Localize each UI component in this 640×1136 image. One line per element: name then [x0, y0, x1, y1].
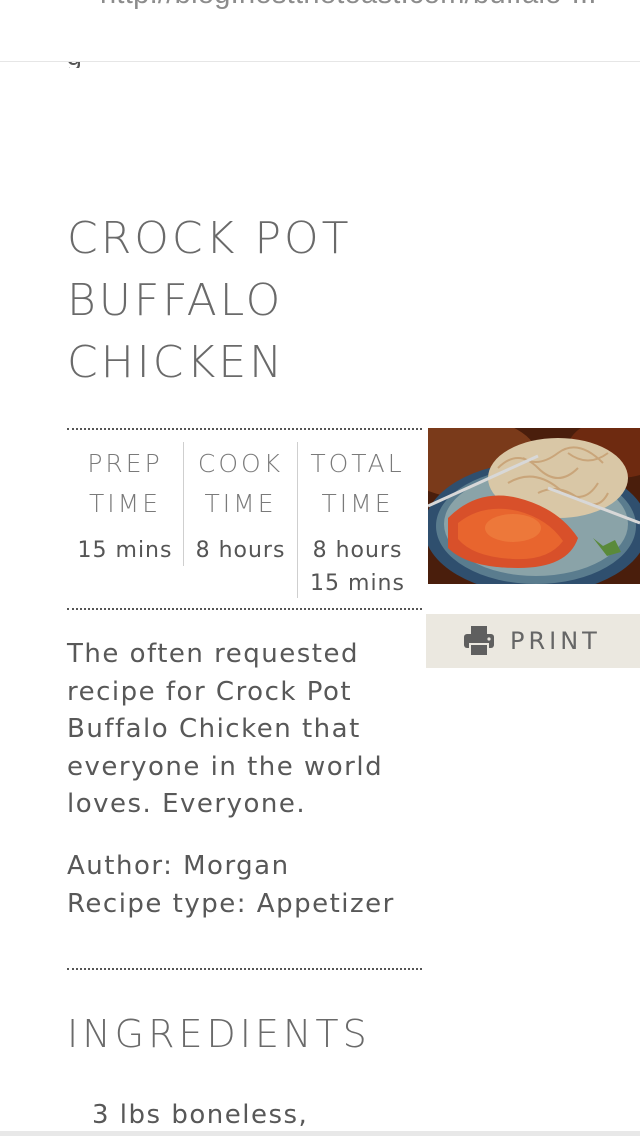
- cook-time-label: COOK TIME: [197, 449, 284, 518]
- total-time-value: 8 hours 15 mins: [310, 538, 405, 596]
- total-time: TOTAL TIME 8 hours 15 mins: [297, 442, 417, 598]
- description-line: Buffalo Chicken that: [67, 714, 361, 744]
- printer-icon: [462, 624, 496, 658]
- recipe-times: PREP TIME 15 mins COOK TIME 8 hours TOTA…: [67, 442, 422, 600]
- description-line: recipe for Crock Pot: [67, 676, 353, 707]
- divider: [67, 428, 422, 430]
- recipe-author: Author: Morgan: [67, 851, 290, 881]
- print-label: PRINT: [510, 627, 601, 655]
- url-text[interactable]: http://blog.hostthetoast.com/buffalo-...: [100, 0, 597, 11]
- cook-time: COOK TIME 8 hours: [183, 442, 297, 566]
- divider: [67, 608, 422, 610]
- bottom-edge: [0, 1131, 640, 1136]
- recipe-description: The often requested recipe for Crock Pot…: [67, 636, 417, 824]
- recipe-photo[interactable]: [428, 428, 640, 584]
- prep-time-label: PREP TIME: [87, 449, 163, 518]
- description-line: The often requested: [67, 639, 359, 669]
- description-line: everyone in the world: [67, 751, 384, 782]
- prep-time: PREP TIME 15 mins: [67, 442, 183, 566]
- recipe-title-line: CHICKEN: [67, 337, 286, 388]
- print-button[interactable]: PRINT: [426, 614, 640, 668]
- url-bar[interactable]: http://blog.hostthetoast.com/buffalo-...: [0, 0, 640, 62]
- cook-time-value: 8 hours: [195, 538, 286, 563]
- ingredients-heading: INGREDIENTS: [67, 1012, 371, 1056]
- recipe-meta: Author: Morgan Recipe type: Appetizer: [67, 848, 427, 923]
- total-time-label: TOTAL TIME: [310, 449, 405, 518]
- recipe-photo-image: [428, 428, 640, 584]
- prep-time-value: 15 mins: [77, 538, 173, 563]
- divider: [67, 968, 422, 970]
- clipped-text-remnant: g: [66, 62, 80, 68]
- recipe-title: CROCK POT BUFFALO CHICKEN: [67, 208, 447, 394]
- recipe-type: Recipe type: Appetizer: [67, 888, 395, 919]
- ingredient-item: 3 lbs boneless,: [92, 1100, 309, 1130]
- description-line: loves. Everyone.: [67, 789, 307, 819]
- recipe-title-line: CROCK POT: [67, 213, 352, 264]
- recipe-title-line: BUFFALO: [67, 275, 284, 326]
